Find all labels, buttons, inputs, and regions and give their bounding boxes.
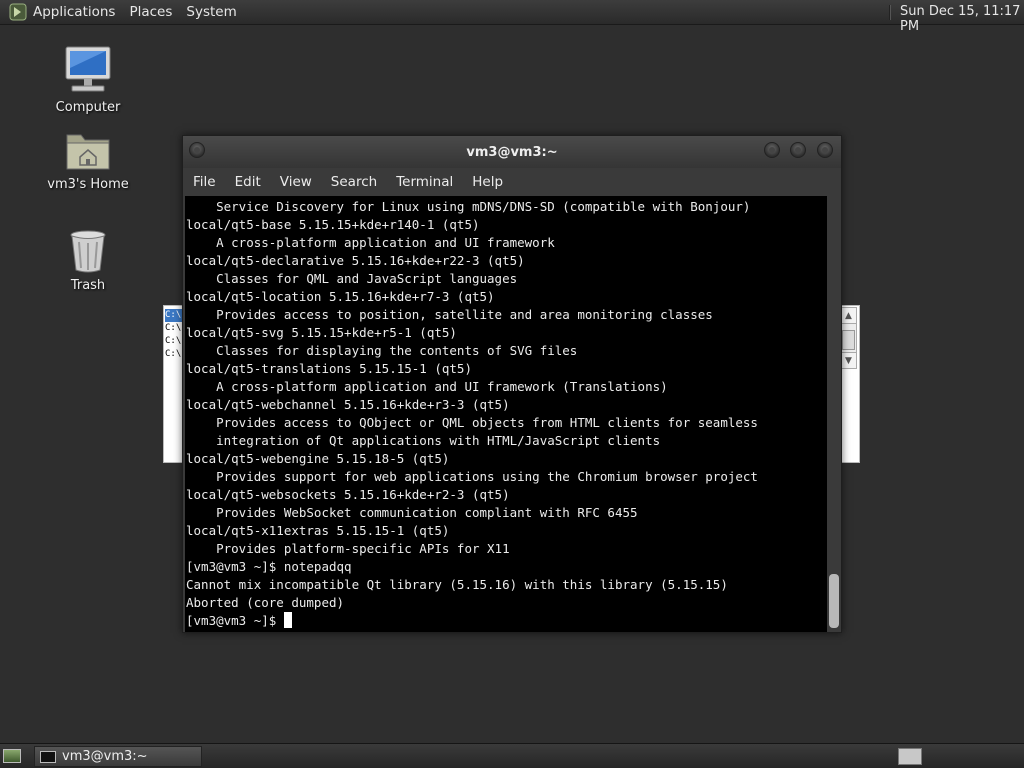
home-folder-icon: [64, 127, 112, 173]
terminal-line: [vm3@vm3 ~]$ notepadqq: [186, 559, 352, 574]
menu-help[interactable]: Help: [472, 174, 503, 190]
terminal-icon: [40, 750, 56, 763]
scroll-up-icon[interactable]: ▲: [841, 308, 856, 324]
terminal-line: Provides WebSocket communication complia…: [186, 505, 638, 520]
panel-separator: [889, 5, 891, 20]
terminal-line: local/qt5-base 5.15.15+kde+r140-1 (qt5): [186, 217, 480, 232]
menu-edit[interactable]: Edit: [235, 174, 261, 190]
terminal-line: integration of Qt applications with HTML…: [186, 433, 661, 448]
desktop-icon-home[interactable]: vm3's Home: [43, 127, 133, 192]
taskbar-button-terminal[interactable]: vm3@vm3:~: [34, 746, 202, 767]
terminal-line: Cannot mix incompatible Qt library (5.15…: [186, 577, 728, 592]
desktop-icon-computer[interactable]: Computer: [43, 44, 133, 115]
desktop-icon-label: Trash: [70, 278, 106, 293]
show-desktop-icon[interactable]: [3, 749, 21, 763]
scroll-thumb[interactable]: [829, 574, 839, 628]
terminal-text: Service Discovery for Linux using mDNS/D…: [185, 196, 827, 630]
terminal-line: A cross-platform application and UI fram…: [186, 379, 668, 394]
menu-search[interactable]: Search: [331, 174, 377, 190]
shell-prompt: [vm3@vm3 ~]$: [186, 613, 284, 628]
trash-icon: [68, 228, 108, 274]
terminal-output[interactable]: Service Discovery for Linux using mDNS/D…: [185, 196, 827, 632]
terminal-line: local/qt5-websockets 5.15.16+kde+r2-3 (q…: [186, 487, 510, 502]
terminal-line: Aborted (core dumped): [186, 595, 345, 610]
desktop-icon-label: vm3's Home: [47, 177, 129, 192]
system-menu[interactable]: System: [186, 4, 236, 20]
terminal-line: Provides platform-specific APIs for X11: [186, 541, 510, 556]
close-icon[interactable]: [817, 142, 833, 158]
terminal-line: Service Discovery for Linux using mDNS/D…: [186, 199, 751, 214]
menu-file[interactable]: File: [193, 174, 216, 190]
scroll-thumb[interactable]: [842, 330, 855, 350]
minimize-icon[interactable]: [764, 142, 780, 158]
terminal-prompt-line: [vm3@vm3 ~]$: [186, 612, 827, 630]
window-title: vm3@vm3:~: [466, 145, 558, 160]
terminal-line: local/qt5-translations 5.15.15-1 (qt5): [186, 361, 472, 376]
terminal-line: local/qt5-webchannel 5.15.16+kde+r3-3 (q…: [186, 397, 510, 412]
terminal-line: Classes for QML and JavaScript languages: [186, 271, 518, 286]
terminal-line: local/qt5-svg 5.15.15+kde+r5-1 (qt5): [186, 325, 457, 340]
places-menu[interactable]: Places: [129, 4, 172, 20]
terminal-line: local/qt5-location 5.15.16+kde+r7-3 (qt5…: [186, 289, 495, 304]
top-panel: Applications Places System Sun Dec 15, 1…: [0, 0, 1024, 34]
terminal-line: A cross-platform application and UI fram…: [186, 235, 555, 250]
terminal-line: Provides support for web applications us…: [186, 469, 758, 484]
terminal-line: Provides access to position, satellite a…: [186, 307, 713, 322]
computer-icon: [62, 44, 114, 96]
terminal-line: local/qt5-webengine 5.15.18-5 (qt5): [186, 451, 450, 466]
clock[interactable]: Sun Dec 15, 11:17 PM: [900, 4, 1024, 34]
terminal-line: local/qt5-x11extras 5.15.15-1 (qt5): [186, 523, 450, 538]
menu-view[interactable]: View: [280, 174, 312, 190]
terminal-menubar: File Edit View Search Terminal Help: [183, 168, 841, 196]
applications-menu[interactable]: Applications: [33, 4, 115, 20]
text-cursor: [283, 612, 292, 628]
window-titlebar[interactable]: vm3@vm3:~: [183, 136, 841, 168]
terminal-scrollbar[interactable]: [827, 196, 841, 632]
terminal-window[interactable]: vm3@vm3:~ File Edit View Search Terminal…: [182, 135, 842, 633]
background-window-scrollbar[interactable]: ▲ ▼: [840, 307, 857, 369]
terminal-line: Provides access to QObject or QML object…: [186, 415, 758, 430]
desktop-icon-label: Computer: [55, 100, 121, 115]
terminal-line: local/qt5-declarative 5.15.16+kde+r22-3 …: [186, 253, 525, 268]
terminal-line: Classes for displaying the contents of S…: [186, 343, 578, 358]
distro-logo-icon[interactable]: [9, 3, 27, 21]
taskbar-button-label: vm3@vm3:~: [62, 749, 148, 764]
bottom-panel: vm3@vm3:~: [0, 743, 1024, 768]
maximize-icon[interactable]: [790, 142, 806, 158]
desktop-icon-trash[interactable]: Trash: [43, 228, 133, 293]
scroll-down-icon[interactable]: ▼: [841, 352, 856, 368]
menu-terminal[interactable]: Terminal: [396, 174, 453, 190]
workspace-switcher[interactable]: [898, 748, 922, 765]
